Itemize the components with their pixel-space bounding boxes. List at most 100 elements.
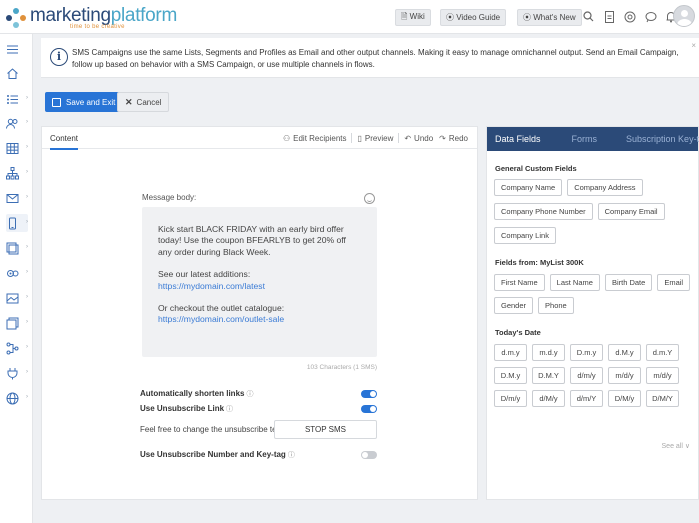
undo-button[interactable]: ↶ Undo (401, 134, 436, 143)
whats-new-button[interactable]: ⦿ What's New (517, 9, 582, 26)
chat-icon[interactable] (645, 11, 657, 23)
unsubscribe-text-input[interactable]: STOP SMS (274, 420, 377, 439)
sitemap-icon[interactable]: › (6, 164, 28, 182)
template-icon[interactable]: › (6, 314, 28, 332)
save-and-exit-button[interactable]: Save and Exit (45, 92, 123, 112)
date-chip[interactable]: m.d.y (532, 344, 565, 361)
message-link: https://mydomain.com/latest (158, 280, 265, 291)
message-body-textarea[interactable]: Kick start BLACK FRIDAY with an early bi… (142, 207, 377, 357)
data-fields-panel: Data Fields Forms Subscription Key-tag G… (486, 126, 699, 500)
automation-icon[interactable]: › (6, 264, 28, 282)
mobile-icon: ▯ (357, 133, 362, 143)
menu-icon[interactable] (6, 40, 28, 58)
emoji-icon[interactable] (364, 193, 375, 204)
tab-forms[interactable]: Forms (572, 134, 598, 144)
flow-icon[interactable]: › (6, 339, 28, 357)
date-chip[interactable]: m/d/y (646, 367, 679, 384)
save-and-exit-label: Save and Exit (66, 97, 116, 107)
field-chip[interactable]: Last Name (549, 274, 600, 291)
wiki-button[interactable]: 🗎 Wiki (395, 9, 431, 26)
brand-logo[interactable]: marketingplatform time to be creative (6, 6, 177, 30)
message-link: https://mydomain.com/outlet-sale (158, 314, 285, 325)
copy-icon[interactable]: › (6, 239, 28, 257)
brand-name: marketingplatform (30, 5, 177, 26)
field-chip[interactable]: Company Link (494, 227, 556, 244)
field-chip[interactable]: Company Name (494, 179, 563, 196)
globe-icon[interactable]: › (6, 389, 28, 407)
home-icon[interactable] (6, 64, 28, 82)
close-icon[interactable]: × (691, 41, 696, 50)
image-icon[interactable]: › (6, 289, 28, 307)
tab-subscription-key-tag[interactable]: Subscription Key-tag (626, 134, 699, 144)
date-chip[interactable]: D.M.y (494, 367, 527, 384)
editor-toolbar: ⚇ Edit Recipients ▯ Preview ↶ Undo ↷ Redo (280, 133, 471, 143)
date-chip[interactable]: d.m.y (494, 344, 527, 361)
date-chip[interactable]: D/M/y (608, 390, 641, 407)
see-all-link[interactable]: See all ∨ (662, 442, 690, 450)
date-chip[interactable]: D/m/y (494, 390, 527, 407)
contacts-icon[interactable]: › (6, 114, 28, 132)
edit-recipients-button[interactable]: ⚇ Edit Recipients (280, 134, 350, 143)
info-banner: i SMS Campaigns use the same Lists, Segm… (41, 38, 699, 78)
field-chip[interactable]: Gender (494, 297, 534, 314)
field-chip[interactable]: Phone (538, 297, 574, 314)
list-icon[interactable]: › (6, 90, 28, 108)
date-chip[interactable]: m/d/y (608, 367, 641, 384)
undo-icon: ↶ (404, 133, 412, 143)
date-chip[interactable]: d/M/y (532, 390, 565, 407)
save-icon (52, 97, 61, 107)
unsubscribe-link-toggle[interactable] (361, 405, 377, 413)
plug-icon[interactable]: › (6, 364, 28, 382)
search-icon[interactable] (582, 11, 594, 23)
character-count: 103 Characters (1 SMS) (306, 364, 377, 371)
preview-label: Preview (364, 133, 394, 143)
field-chip[interactable]: First Name (494, 274, 545, 291)
undo-label: Undo (414, 133, 434, 143)
target-icon[interactable] (624, 11, 636, 23)
redo-icon: ↷ (439, 133, 446, 143)
tab-content[interactable]: Content (50, 134, 79, 150)
redo-button[interactable]: ↷ Redo (436, 134, 471, 143)
date-chip[interactable]: D/M/Y (646, 390, 679, 407)
field-chip[interactable]: Company Email (597, 203, 665, 220)
field-chip[interactable]: Company Address (567, 179, 643, 196)
date-chip[interactable]: D.M.Y (532, 367, 565, 384)
grid-icon[interactable]: › (6, 139, 28, 157)
close-icon: ✕ (125, 96, 133, 107)
cancel-label: Cancel (136, 97, 162, 107)
redo-label: Redo (448, 133, 468, 143)
date-fields-title: Today's Date (495, 328, 541, 337)
document-icon[interactable] (603, 11, 615, 23)
field-chip[interactable]: Company Phone Number (494, 203, 593, 220)
unsubscribe-number-toggle[interactable] (361, 451, 377, 459)
email-icon[interactable]: › (6, 189, 28, 207)
general-fields-title: General Custom Fields (495, 164, 577, 173)
unsubscribe-hint: Feel free to change the unsubscribe text (140, 425, 283, 434)
video-guide-button[interactable]: ⦿ Video Guide (440, 9, 507, 26)
shorten-links-toggle[interactable] (361, 390, 377, 398)
field-chip[interactable]: Birth Date (604, 274, 653, 291)
avatar[interactable] (673, 5, 695, 27)
unsubscribe-number-label: Use Unsubscribe Number and Key-tag ⓘ (140, 450, 295, 459)
tab-data-fields[interactable]: Data Fields (495, 134, 541, 144)
help-icon: ⓘ (246, 391, 254, 398)
message-paragraph: Kick start BLACK FRIDAY with an early bi… (158, 224, 346, 257)
date-chip[interactable]: d.M.y (608, 344, 641, 361)
date-chip[interactable]: D.m.y (570, 344, 603, 361)
date-chip[interactable]: d/m/Y (570, 390, 603, 407)
cancel-button[interactable]: ✕ Cancel (117, 92, 170, 112)
field-chip[interactable]: Email (657, 274, 691, 291)
right-panel-tabs: Data Fields Forms Subscription Key-tag (487, 127, 699, 151)
message-paragraph: Or checkout the outlet catalogue: (158, 303, 285, 314)
editor-header: Content ⚇ Edit Recipients ▯ Preview ↶ Undo … (42, 127, 477, 150)
message-paragraph: See our latest additions: (158, 269, 251, 280)
date-chip[interactable]: d.m.Y (646, 344, 679, 361)
mobile-icon[interactable]: › (6, 214, 28, 232)
message-label: Message body: (142, 193, 197, 202)
date-chip[interactable]: d/m/y (570, 367, 603, 384)
sidebar: › › › › › › › › › › › › › (0, 34, 33, 523)
edit-recipients-label: Edit Recipients (293, 133, 347, 143)
preview-button[interactable]: ▯ Preview (354, 134, 396, 143)
shorten-links-label: Automatically shorten links ⓘ (140, 389, 254, 398)
info-icon: i (50, 48, 68, 66)
